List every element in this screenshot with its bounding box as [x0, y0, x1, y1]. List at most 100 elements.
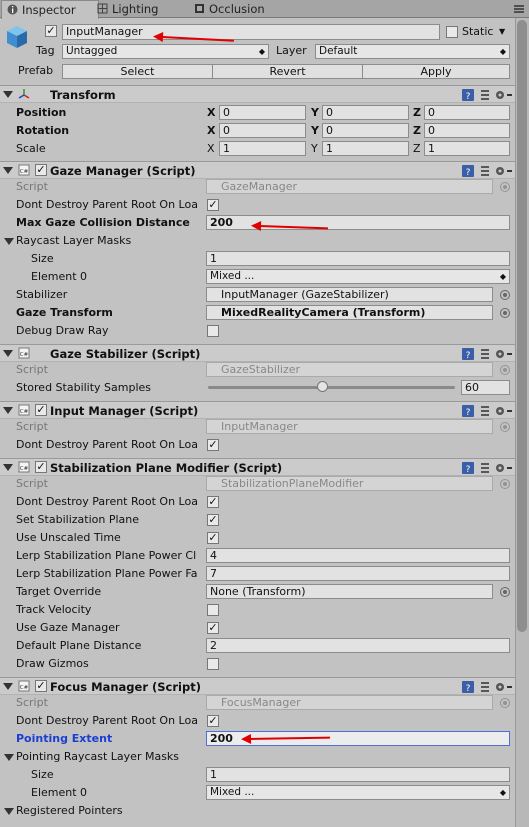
gaze-manager-header[interactable]: C# ✓ Gaze Manager (Script) ?	[0, 161, 515, 179]
component-header-icons[interactable]: ?	[461, 680, 513, 694]
stability-samples-slider-thumb[interactable]	[316, 381, 328, 392]
object-picker-icon[interactable]	[500, 587, 510, 597]
raycast-layer-masks-label: Raycast Layer Masks	[16, 234, 132, 247]
foldout-triangle-icon[interactable]	[3, 683, 13, 690]
set-stabilization-plane-label: Set Stabilization Plane	[16, 513, 139, 526]
raycast-element0-dropdown[interactable]: Mixed ... ◆	[206, 269, 510, 284]
script-label: Script	[16, 477, 48, 490]
stab-plane-enabled-checkbox[interactable]: ✓	[35, 461, 47, 473]
object-picker-icon	[500, 698, 510, 708]
layer-dropdown[interactable]: Default ◆	[315, 44, 510, 59]
position-x-field[interactable]: 0	[219, 105, 306, 120]
pointing-raycast-size-field[interactable]: 1	[206, 767, 510, 782]
default-plane-distance-field[interactable]: 2	[206, 638, 510, 653]
scale-label: Scale	[16, 142, 46, 155]
component-header-icons[interactable]: ?	[461, 347, 513, 361]
prefab-select-button[interactable]: Select	[62, 64, 213, 79]
stab-plane-header[interactable]: C# ✓ Stabilization Plane Modifier (Scrip…	[0, 458, 515, 476]
foldout-triangle-icon[interactable]	[3, 167, 13, 174]
dont-destroy-checkbox[interactable]: ✓	[207, 199, 219, 211]
pointing-raycast-element0-dropdown[interactable]: Mixed ... ◆	[206, 785, 510, 800]
object-picker-icon[interactable]	[500, 308, 510, 318]
gaze-manager-enabled-checkbox[interactable]: ✓	[35, 164, 47, 176]
tab-menu-icon[interactable]	[513, 4, 525, 14]
static-checkbox[interactable]	[446, 26, 458, 38]
gameobject-active-checkbox[interactable]: ✓	[45, 25, 57, 37]
stabilizer-field[interactable]: InputManager (GazeStabilizer)	[206, 287, 493, 302]
scale-y-field[interactable]: 1	[322, 141, 409, 156]
rotation-z-field[interactable]: 0	[424, 123, 510, 138]
foldout-triangle-icon[interactable]	[3, 91, 13, 98]
target-override-label: Target Override	[16, 585, 102, 598]
stability-samples-field[interactable]: 60	[461, 380, 510, 395]
rotation-y-field[interactable]: 0	[322, 123, 409, 138]
script-label: Script	[16, 696, 48, 709]
dont-destroy-checkbox[interactable]: ✓	[207, 715, 219, 727]
position-y-field[interactable]: 0	[322, 105, 409, 120]
static-dropdown-arrow-icon[interactable]: ▼	[499, 24, 505, 40]
component-header-icons[interactable]: ?	[461, 164, 513, 178]
layer-value: Default	[319, 45, 358, 57]
set-stabilization-plane-checkbox[interactable]: ✓	[207, 514, 219, 526]
tab-inspector[interactable]: Inspector	[1, 0, 99, 19]
use-unscaled-time-checkbox[interactable]: ✓	[207, 532, 219, 544]
dont-destroy-checkbox[interactable]: ✓	[207, 439, 219, 451]
gaze-transform-label: Gaze Transform	[16, 306, 113, 319]
foldout-triangle-icon[interactable]	[3, 407, 13, 414]
rotation-x-field[interactable]: 0	[219, 123, 306, 138]
dont-destroy-label: Dont Destroy Parent Root On Loa	[16, 495, 198, 508]
lerp-close-field[interactable]: 4	[206, 548, 510, 563]
focus-manager-enabled-checkbox[interactable]: ✓	[35, 680, 47, 692]
input-manager-header[interactable]: C# ✓ Input Manager (Script) ?	[0, 401, 515, 419]
tab-lighting[interactable]: Lighting	[92, 0, 192, 18]
raycast-size-field[interactable]: 1	[206, 251, 510, 266]
lerp-far-field[interactable]: 7	[206, 566, 510, 581]
foldout-triangle-icon[interactable]	[4, 238, 14, 245]
position-z-field[interactable]: 0	[424, 105, 510, 120]
draw-gizmos-checkbox[interactable]	[207, 658, 219, 670]
input-manager-enabled-checkbox[interactable]: ✓	[35, 404, 47, 416]
dont-destroy-checkbox[interactable]: ✓	[207, 496, 219, 508]
y-label: Y	[311, 106, 319, 119]
focus-manager-header[interactable]: C# ✓ Focus Manager (Script) ?	[0, 677, 515, 695]
component-header-icons[interactable]: ?	[461, 88, 513, 102]
foldout-triangle-icon[interactable]	[3, 350, 13, 357]
track-velocity-label: Track Velocity	[16, 603, 92, 616]
scale-x-field[interactable]: 1	[219, 141, 306, 156]
debug-draw-ray-checkbox[interactable]	[207, 325, 219, 337]
stability-samples-slider-track[interactable]	[208, 386, 455, 389]
scale-z-field[interactable]: 1	[424, 141, 510, 156]
foldout-triangle-icon[interactable]	[4, 754, 14, 761]
scrollbar-thumb[interactable]	[517, 20, 527, 632]
gaze-stabilizer-script-field: GazeStabilizer	[206, 362, 493, 377]
prefab-apply-button[interactable]: Apply	[362, 64, 510, 79]
layer-label: Layer	[276, 44, 307, 57]
transform-header[interactable]: Transform ?	[0, 85, 515, 103]
track-velocity-checkbox[interactable]	[207, 604, 219, 616]
component-header-icons[interactable]: ?	[461, 461, 513, 475]
tag-dropdown[interactable]: Untagged ◆	[62, 44, 269, 59]
use-gaze-manager-checkbox[interactable]: ✓	[207, 622, 219, 634]
svg-text:?: ?	[466, 92, 471, 102]
tab-occlusion[interactable]: Occlusion	[189, 0, 299, 18]
dont-destroy-label: Dont Destroy Parent Root On Loa	[16, 198, 198, 211]
prefab-label: Prefab	[18, 64, 54, 77]
foldout-triangle-icon[interactable]	[3, 464, 13, 471]
gaze-transform-field[interactable]: MixedRealityCamera (Transform)	[206, 305, 493, 320]
script-icon: C#	[18, 404, 30, 416]
gaze-stabilizer-header[interactable]: C# Gaze Stabilizer (Script) ?	[0, 344, 515, 362]
svg-text:?: ?	[466, 465, 471, 475]
gameobject-name-field[interactable]: InputManager	[62, 24, 440, 40]
foldout-triangle-icon[interactable]	[4, 808, 14, 815]
gaze-manager-script-field: GazeManager	[206, 179, 493, 194]
target-override-field[interactable]: None (Transform)	[206, 584, 493, 599]
occlusion-icon	[195, 4, 204, 13]
prefab-revert-button[interactable]: Revert	[212, 64, 363, 79]
element0-label: Element 0	[31, 270, 88, 283]
component-header-icons[interactable]: ?	[461, 404, 513, 418]
svg-text:C#: C#	[20, 409, 29, 415]
object-picker-icon[interactable]	[500, 290, 510, 300]
chevron-updown-icon: ◆	[258, 47, 265, 56]
z-label: Z	[413, 124, 421, 137]
svg-text:C#: C#	[20, 685, 29, 691]
